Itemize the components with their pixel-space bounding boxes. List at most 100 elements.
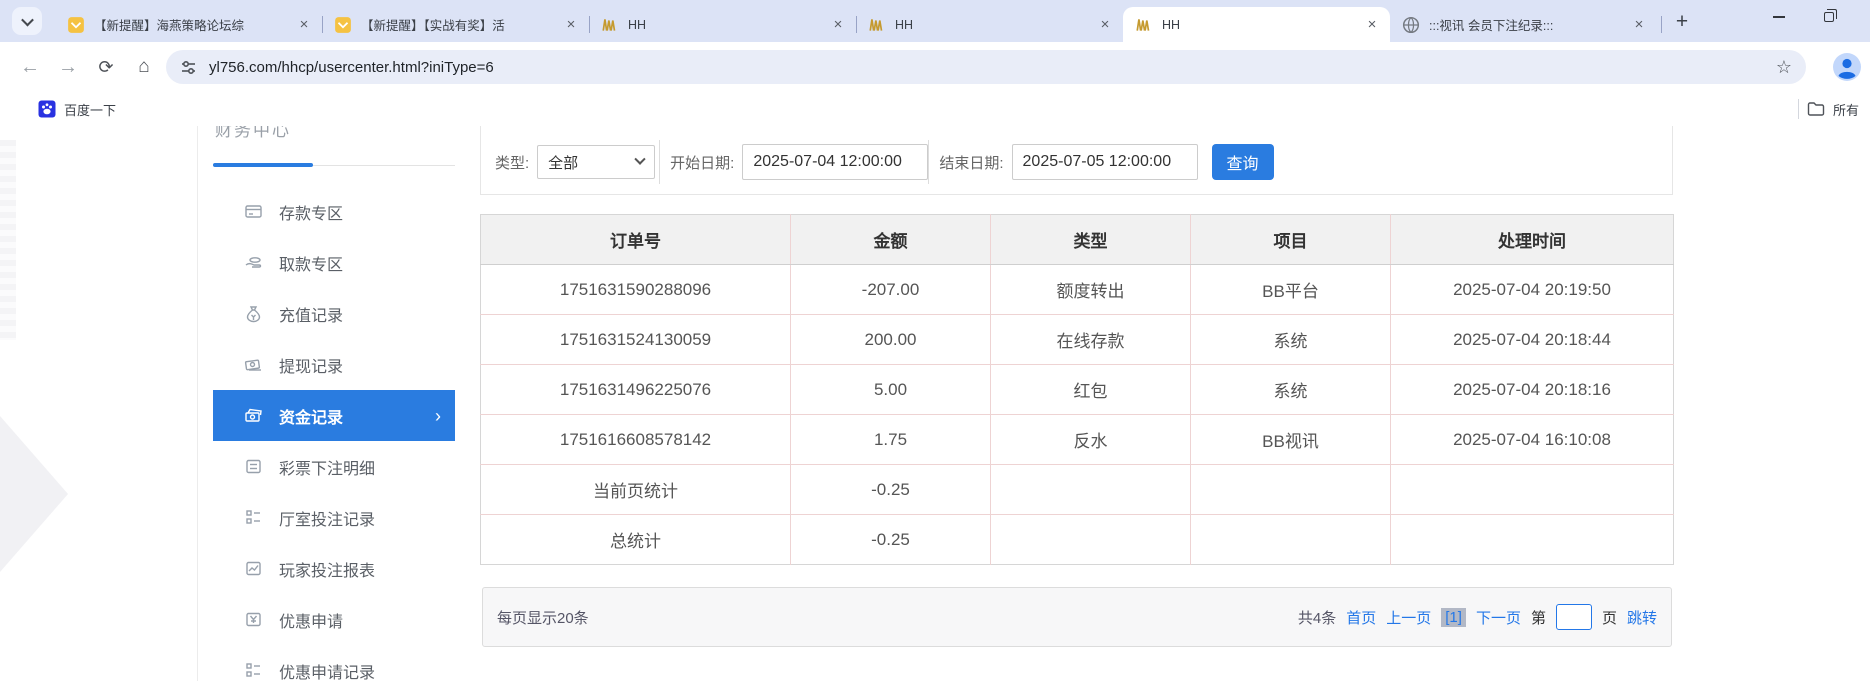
jump-prefix-label: 第 bbox=[1531, 607, 1546, 628]
sidebar-item-withdraw-zone[interactable]: 取款专区 bbox=[213, 237, 455, 288]
site-settings-icon bbox=[180, 59, 197, 76]
col-project: 项目 bbox=[1191, 215, 1391, 265]
current-page-indicator[interactable]: [1] bbox=[1441, 608, 1466, 627]
table-header-row: 订单号 金额 类型 项目 处理时间 bbox=[481, 215, 1674, 265]
sidebar-item-hall-bet-record[interactable]: 厅室投注记录 bbox=[213, 492, 455, 543]
tab-search-button[interactable] bbox=[12, 7, 42, 35]
deposit-card-icon bbox=[243, 202, 263, 222]
end-date-label: 结束日期: bbox=[939, 152, 1003, 173]
type-label: 类型: bbox=[495, 152, 529, 173]
browser-tab-6[interactable]: :::视讯 会员下注纪录::: × bbox=[1390, 7, 1657, 42]
close-icon[interactable]: × bbox=[830, 17, 846, 33]
browser-tab-2[interactable]: 【新提醒】【实战有奖】活 × bbox=[322, 7, 589, 42]
close-icon[interactable]: × bbox=[1631, 17, 1647, 33]
gold-wave-icon bbox=[1135, 16, 1153, 34]
home-button[interactable]: ⌂ bbox=[128, 51, 160, 83]
total-count-label: 共4条 bbox=[1298, 607, 1336, 628]
profile-avatar[interactable] bbox=[1832, 52, 1862, 82]
gold-wave-icon bbox=[868, 16, 886, 34]
document-list-icon bbox=[243, 457, 263, 477]
jump-button[interactable]: 跳转 bbox=[1627, 607, 1657, 628]
address-bar[interactable]: yl756.com/hhcp/usercenter.html?iniType=6… bbox=[166, 50, 1806, 84]
filter-bar: 类型: 全部 开始日期: 结束日期: 查询 bbox=[480, 126, 1673, 195]
sidebar-item-withdraw-record[interactable]: 提现记录 bbox=[213, 339, 455, 390]
tab-title: HH bbox=[895, 18, 1097, 32]
window-restore-button[interactable] bbox=[1806, 0, 1852, 34]
close-icon[interactable]: × bbox=[563, 17, 579, 33]
globe-icon bbox=[1402, 16, 1420, 34]
tab-separator bbox=[1661, 16, 1662, 33]
baidu-icon bbox=[38, 100, 56, 118]
cash-out-icon bbox=[243, 355, 263, 375]
funds-record-panel: 类型: 全部 开始日期: 结束日期: 查询 订单号 金额 类 bbox=[480, 126, 1673, 681]
divider bbox=[659, 140, 660, 184]
tab-title: :::视讯 会员下注纪录::: bbox=[1429, 15, 1631, 34]
mail-icon bbox=[67, 16, 85, 34]
browser-tab-5-active[interactable]: HH × bbox=[1123, 7, 1390, 42]
browser-tab-strip: 【新提醒】海燕策略论坛综 × 【新提醒】【实战有奖】活 × HH × HH × … bbox=[0, 0, 1870, 42]
prev-page-link[interactable]: 上一页 bbox=[1386, 607, 1431, 628]
next-page-link[interactable]: 下一页 bbox=[1476, 607, 1521, 628]
folder-icon bbox=[1807, 101, 1825, 117]
browser-tab-4[interactable]: HH × bbox=[856, 7, 1123, 42]
sidebar-item-promo-apply[interactable]: 优惠申请 bbox=[213, 594, 455, 645]
pagination-bar: 每页显示20条 共4条 首页 上一页 [1] 下一页 第 页 跳转 bbox=[482, 587, 1672, 647]
tab-title: HH bbox=[1162, 18, 1364, 32]
sidebar-finance-menu: 财务中心 存款专区 取款专区 充值记录 提现记录 资金记录 bbox=[213, 126, 455, 681]
close-icon[interactable]: × bbox=[1097, 17, 1113, 33]
divider bbox=[928, 140, 929, 184]
col-amount: 金额 bbox=[791, 215, 991, 265]
tab-title: 【新提醒】海燕策略论坛综 bbox=[94, 15, 296, 34]
jump-suffix-label: 页 bbox=[1602, 607, 1617, 628]
table-row-grand-total: 总统计-0.25 bbox=[481, 515, 1674, 565]
tab-title: HH bbox=[628, 18, 830, 32]
close-icon[interactable]: × bbox=[296, 17, 312, 33]
sidebar-item-deposit-zone[interactable]: 存款专区 bbox=[213, 186, 455, 237]
window-minimize-button[interactable] bbox=[1756, 0, 1802, 34]
sidebar-item-funds-record[interactable]: 资金记录 › bbox=[213, 390, 455, 441]
back-button[interactable]: ← bbox=[14, 51, 46, 83]
withdraw-hand-icon bbox=[243, 253, 263, 273]
all-bookmarks[interactable]: 所有 bbox=[1798, 96, 1859, 122]
sidebar-item-player-bet-report[interactable]: 玩家投注报表 bbox=[213, 543, 455, 594]
funds-record-icon bbox=[243, 406, 263, 426]
list-icon bbox=[243, 661, 263, 681]
tab-title: 【新提醒】【实战有奖】活 bbox=[361, 15, 563, 34]
page-jump-input[interactable] bbox=[1556, 604, 1592, 630]
reload-button[interactable]: ⟳ bbox=[90, 51, 122, 83]
sidebar-item-lottery-bet-detail[interactable]: 彩票下注明细 bbox=[213, 441, 455, 492]
gold-wave-icon bbox=[601, 16, 619, 34]
bookmark-label: 百度一下 bbox=[64, 100, 116, 119]
chart-report-icon bbox=[243, 559, 263, 579]
table-row: 17516314962250765.00红包系统2025-07-04 20:18… bbox=[481, 365, 1674, 415]
section-divider bbox=[197, 126, 198, 681]
sidebar-item-promo-apply-record[interactable]: 优惠申请记录 bbox=[213, 645, 455, 681]
chevron-down-icon bbox=[21, 13, 34, 26]
new-tab-button[interactable]: + bbox=[1668, 9, 1696, 37]
list-icon bbox=[243, 508, 263, 528]
mail-icon bbox=[334, 16, 352, 34]
col-process-time: 处理时间 bbox=[1391, 215, 1674, 265]
table-row: 1751631590288096-207.00额度转出BB平台2025-07-0… bbox=[481, 265, 1674, 315]
type-select[interactable]: 全部 bbox=[537, 145, 655, 179]
sidebar-item-recharge-record[interactable]: 充值记录 bbox=[213, 288, 455, 339]
browser-toolbar: ← → ⟳ ⌂ yl756.com/hhcp/usercenter.html?i… bbox=[0, 42, 1870, 92]
per-page-label: 每页显示20条 bbox=[497, 607, 589, 628]
sidebar-header: 财务中心 bbox=[213, 126, 455, 166]
restore-icon bbox=[1824, 12, 1834, 22]
start-date-input[interactable] bbox=[742, 144, 928, 180]
browser-tab-3[interactable]: HH × bbox=[589, 7, 856, 42]
table-row-page-total: 当前页统计-0.25 bbox=[481, 465, 1674, 515]
col-type: 类型 bbox=[991, 215, 1191, 265]
bookmark-star-icon[interactable]: ☆ bbox=[1776, 57, 1792, 78]
forward-button[interactable]: → bbox=[52, 51, 84, 83]
bookmark-baidu[interactable]: 百度一下 bbox=[30, 96, 124, 122]
browser-tab-1[interactable]: 【新提醒】海燕策略论坛综 × bbox=[55, 7, 322, 42]
close-icon[interactable]: × bbox=[1364, 17, 1380, 33]
start-date-label: 开始日期: bbox=[670, 152, 734, 173]
watermark-texture bbox=[0, 140, 16, 340]
end-date-input[interactable] bbox=[1012, 144, 1198, 180]
first-page-link[interactable]: 首页 bbox=[1346, 607, 1376, 628]
query-button[interactable]: 查询 bbox=[1212, 144, 1274, 180]
url-text: yl756.com/hhcp/usercenter.html?iniType=6 bbox=[209, 59, 1766, 76]
